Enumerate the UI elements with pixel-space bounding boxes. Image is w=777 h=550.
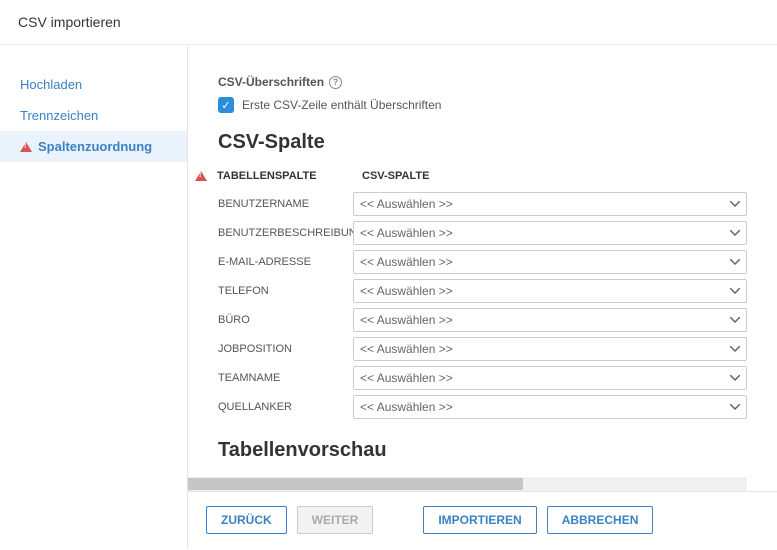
mapping-row: BENUTZERBESCHREIBUNG<< Auswählen >> (218, 221, 747, 245)
checkbox-icon: ✓ (218, 97, 234, 113)
main-scroll-area[interactable]: CSV-Überschriften ? ✓ Erste CSV-Zeile en… (188, 45, 777, 477)
mapping-row: QUELLANKER<< Auswählen >> (218, 395, 747, 419)
csv-column-select[interactable]: << Auswählen >> (353, 250, 747, 274)
import-button[interactable]: IMPORTIEREN (423, 506, 536, 534)
main-panel: CSV-Überschriften ? ✓ Erste CSV-Zeile en… (188, 45, 777, 548)
sidebar: Hochladen Trennzeichen Spaltenzuordnung (0, 45, 188, 548)
dialog-title: CSV importieren (18, 14, 121, 30)
mapping-rows: BENUTZERNAME<< Auswählen >>BENUTZERBESCH… (218, 192, 747, 419)
table-column-header: TABELLENSPALTE (217, 170, 352, 182)
mapping-row: TELEFON<< Auswählen >> (218, 279, 747, 303)
sidebar-item-label: Spaltenzuordnung (38, 139, 152, 154)
mapping-row-label: BENUTZERNAME (218, 198, 353, 210)
mapping-row: BÜRO<< Auswählen >> (218, 308, 747, 332)
cancel-button[interactable]: ABBRECHEN (547, 506, 654, 534)
mapping-row: JOBPOSITION<< Auswählen >> (218, 337, 747, 361)
preview-heading: Tabellenvorschau (218, 439, 747, 462)
mapping-row-label: QUELLANKER (218, 401, 353, 413)
content: Hochladen Trennzeichen Spaltenzuordnung … (0, 45, 777, 548)
mapping-header-row: TABELLENSPALTE CSV-SPALTE (195, 170, 747, 182)
sidebar-item-label: Trennzeichen (20, 108, 98, 123)
scrollbar-thumb[interactable] (188, 478, 523, 490)
sidebar-item-column-mapping[interactable]: Spaltenzuordnung (0, 131, 187, 162)
csv-headings-label: CSV-Überschriften ? (218, 75, 747, 89)
csv-column-select[interactable]: << Auswählen >> (353, 395, 747, 419)
mapping-row-label: BENUTZERBESCHREIBUNG (218, 227, 353, 239)
mapping-row: E-MAIL-ADRESSE<< Auswählen >> (218, 250, 747, 274)
mapping-row-label: TEAMNAME (218, 372, 353, 384)
dialog-header: CSV importieren (0, 0, 777, 45)
first-row-headings-toggle[interactable]: ✓ Erste CSV-Zeile enthält Überschriften (218, 97, 747, 113)
help-icon[interactable]: ? (329, 76, 342, 89)
csv-column-select[interactable]: << Auswählen >> (353, 279, 747, 303)
csv-column-header: CSV-SPALTE (362, 170, 429, 182)
footer: ZURÜCK WEITER IMPORTIEREN ABBRECHEN (188, 491, 777, 548)
sidebar-item-label: Hochladen (20, 77, 82, 92)
checkbox-label: Erste CSV-Zeile enthält Überschriften (242, 98, 441, 112)
csv-column-heading: CSV-Spalte (218, 131, 747, 154)
mapping-row: BENUTZERNAME<< Auswählen >> (218, 192, 747, 216)
back-button[interactable]: ZURÜCK (206, 506, 287, 534)
mapping-row-label: BÜRO (218, 314, 353, 326)
csv-column-select[interactable]: << Auswählen >> (353, 192, 747, 216)
next-button: WEITER (297, 506, 374, 534)
csv-column-select[interactable]: << Auswählen >> (353, 337, 747, 361)
warning-icon (195, 171, 207, 181)
mapping-row-label: JOBPOSITION (218, 343, 353, 355)
warning-icon (20, 142, 32, 152)
sidebar-item-upload[interactable]: Hochladen (0, 69, 187, 100)
csv-column-select[interactable]: << Auswählen >> (353, 308, 747, 332)
horizontal-scrollbar[interactable] (188, 477, 747, 491)
csv-column-select[interactable]: << Auswählen >> (353, 366, 747, 390)
csv-column-select[interactable]: << Auswählen >> (353, 221, 747, 245)
mapping-row-label: TELEFON (218, 285, 353, 297)
mapping-row-label: E-MAIL-ADRESSE (218, 256, 353, 268)
mapping-row: TEAMNAME<< Auswählen >> (218, 366, 747, 390)
sidebar-item-delimiter[interactable]: Trennzeichen (0, 100, 187, 131)
